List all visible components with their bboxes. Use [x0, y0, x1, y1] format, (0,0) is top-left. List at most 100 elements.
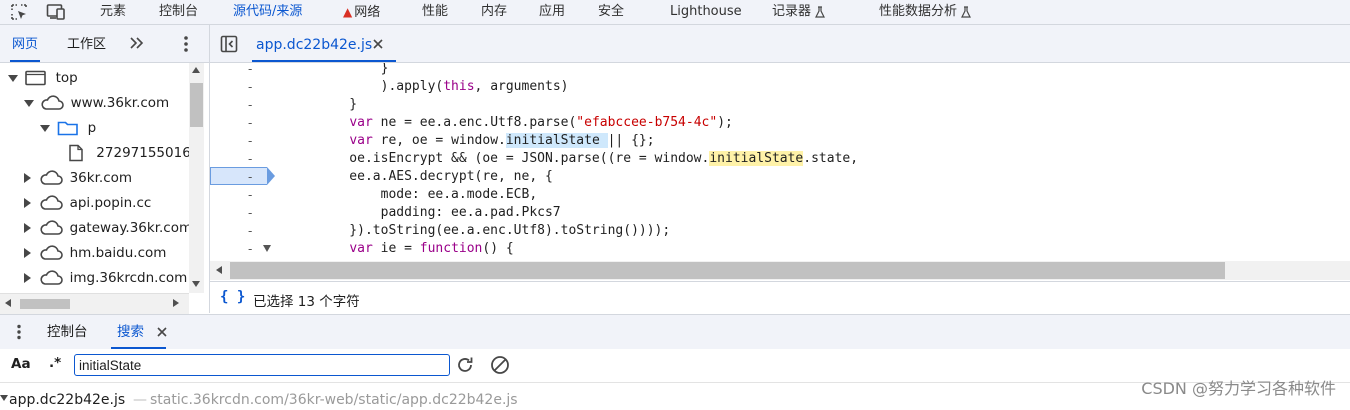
line-marker: -: [248, 152, 253, 166]
gutter-line[interactable]: -: [210, 114, 290, 132]
tree-item-gateway[interactable]: gateway.36kr.com: [24, 216, 192, 241]
scrollbar-thumb[interactable]: [20, 299, 70, 309]
gutter-line[interactable]: -: [210, 186, 290, 204]
editor-horizontal-scrollbar[interactable]: [210, 261, 1350, 280]
expand-arrow-icon[interactable]: [0, 395, 8, 401]
cloud-icon: [40, 195, 64, 210]
drawer-tab-console[interactable]: 控制台: [47, 315, 88, 349]
tab-sources[interactable]: 源代码/来源: [233, 0, 302, 24]
tree-item-label: gateway.36kr.com: [69, 220, 193, 236]
code-line: }).toString(ee.a.enc.Utf8).toString())))…: [318, 223, 671, 238]
tab-security[interactable]: 安全: [598, 0, 624, 24]
tree-item-label: api.popin.cc: [69, 195, 152, 211]
gutter-line[interactable]: -: [210, 78, 290, 96]
collapsed-arrow-icon[interactable]: [24, 198, 31, 208]
scroll-up-arrow-icon[interactable]: [192, 67, 200, 73]
line-marker: -: [248, 206, 253, 220]
search-input[interactable]: [74, 354, 450, 376]
code-line: oe.isEncrypt && (oe = JSON.parse((re = w…: [318, 151, 859, 166]
tree-item-popin[interactable]: api.popin.cc: [24, 191, 151, 216]
csdn-watermark: CSDN @努力学习各种软件: [1141, 379, 1336, 398]
gutter-line[interactable]: -: [210, 150, 290, 168]
tab-recorder-label: 记录器: [772, 4, 812, 19]
scrollbar-thumb[interactable]: [190, 83, 203, 127]
tree-item-36kr[interactable]: 36kr.com: [24, 166, 132, 191]
tree-item-file[interactable]: 27297155016:: [68, 141, 195, 166]
fold-arrow-icon[interactable]: [263, 245, 271, 252]
tree-item-label: top: [55, 70, 78, 86]
code-line: var ne = ee.a.enc.Utf8.parse("efabccee-b…: [349, 115, 733, 130]
gutter-line[interactable]: -: [210, 63, 290, 78]
gutter-line[interactable]: -: [210, 204, 290, 222]
tab-network[interactable]: ▲ 网络: [343, 0, 380, 24]
code-line: mode: ee.a.mode.ECB,: [318, 187, 538, 202]
scroll-down-arrow-icon[interactable]: [192, 281, 200, 287]
navigator-vertical-scrollbar[interactable]: [189, 63, 204, 293]
tree-item-top[interactable]: top: [8, 66, 78, 91]
gutter-line[interactable]: -: [210, 168, 290, 186]
line-marker: -: [248, 170, 253, 184]
code-editor[interactable]: - - - - - - - - - - - } ).apply(this, ar…: [210, 63, 1350, 261]
gutter-line[interactable]: -: [210, 96, 290, 114]
drawer-tab-search[interactable]: 搜索: [111, 315, 166, 349]
line-marker: -: [248, 188, 253, 202]
more-tabs-chevron-icon[interactable]: [128, 34, 146, 56]
close-tab-icon[interactable]: [372, 38, 384, 54]
more-options-icon[interactable]: [180, 35, 192, 57]
tree-item-label: 27297155016:: [96, 145, 196, 161]
tab-console[interactable]: 控制台: [159, 0, 198, 24]
drawer-menu-icon[interactable]: [15, 324, 23, 344]
tab-lighthouse[interactable]: Lighthouse: [670, 0, 742, 24]
expand-arrow-icon[interactable]: [40, 124, 50, 132]
scroll-left-arrow-icon[interactable]: [216, 266, 222, 274]
toggle-navigator-icon[interactable]: [220, 35, 238, 57]
gutter-line[interactable]: -: [210, 132, 290, 150]
close-search-tab-icon[interactable]: [156, 326, 168, 342]
code-line: var ie = function() {: [349, 241, 514, 256]
expand-arrow-icon[interactable]: [24, 99, 34, 107]
tab-network-label: 网络: [354, 5, 381, 20]
expand-arrow-icon[interactable]: [8, 74, 18, 82]
tab-performance-insights[interactable]: 性能数据分析: [879, 0, 971, 24]
selected-text: initialState: [505, 133, 608, 148]
tab-elements[interactable]: 元素: [100, 0, 126, 24]
gutter-line[interactable]: -: [210, 222, 290, 240]
line-marker: -: [248, 116, 253, 130]
tab-recorder[interactable]: 记录器: [772, 0, 825, 24]
editor-status-bar: { } 已选择 13 个字符: [210, 281, 1350, 314]
tab-page[interactable]: 网页: [9, 25, 41, 62]
cloud-icon: [40, 245, 64, 260]
device-toolbar-icon[interactable]: [46, 3, 65, 21]
tree-item-folder-p[interactable]: p: [40, 116, 96, 141]
collapsed-arrow-icon[interactable]: [24, 223, 31, 233]
collapsed-arrow-icon[interactable]: [24, 273, 31, 283]
scroll-left-arrow-icon[interactable]: [5, 299, 11, 307]
collapsed-arrow-icon[interactable]: [24, 248, 31, 258]
collapsed-arrow-icon[interactable]: [24, 173, 31, 183]
tab-performance[interactable]: 性能: [422, 0, 448, 24]
file-icon: [69, 144, 83, 162]
line-marker: -: [248, 63, 253, 76]
scrollbar-thumb[interactable]: [230, 262, 1225, 279]
refresh-icon[interactable]: [455, 355, 475, 379]
tab-workspace[interactable]: 工作区: [67, 25, 106, 62]
tree-item-img-36krcdn[interactable]: img.36krcdn.com: [24, 266, 187, 291]
editor-tab-bar: app.dc22b42e.js: [210, 25, 1350, 63]
inspect-element-icon[interactable]: [10, 3, 28, 21]
clear-search-icon[interactable]: [490, 355, 510, 379]
navigator-horizontal-scrollbar[interactable]: [0, 293, 189, 314]
match-case-toggle[interactable]: Aa: [11, 356, 31, 372]
tree-item-www-36kr[interactable]: www.36kr.com: [24, 91, 169, 116]
tab-memory[interactable]: 内存: [481, 0, 507, 24]
regex-toggle[interactable]: .*: [49, 355, 61, 371]
pretty-print-braces-icon[interactable]: { }: [220, 289, 245, 305]
file-tab[interactable]: app.dc22b42e.js: [251, 25, 397, 62]
navigator-tabs: 网页 工作区: [0, 25, 209, 63]
scroll-right-arrow-icon[interactable]: [173, 299, 179, 307]
tree-item-baidu[interactable]: hm.baidu.com: [24, 241, 166, 266]
cloud-icon: [40, 170, 64, 185]
tab-application[interactable]: 应用: [539, 0, 565, 24]
gutter-line[interactable]: -: [210, 240, 290, 258]
line-marker: -: [248, 242, 253, 256]
tree-item-label: hm.baidu.com: [69, 245, 167, 261]
